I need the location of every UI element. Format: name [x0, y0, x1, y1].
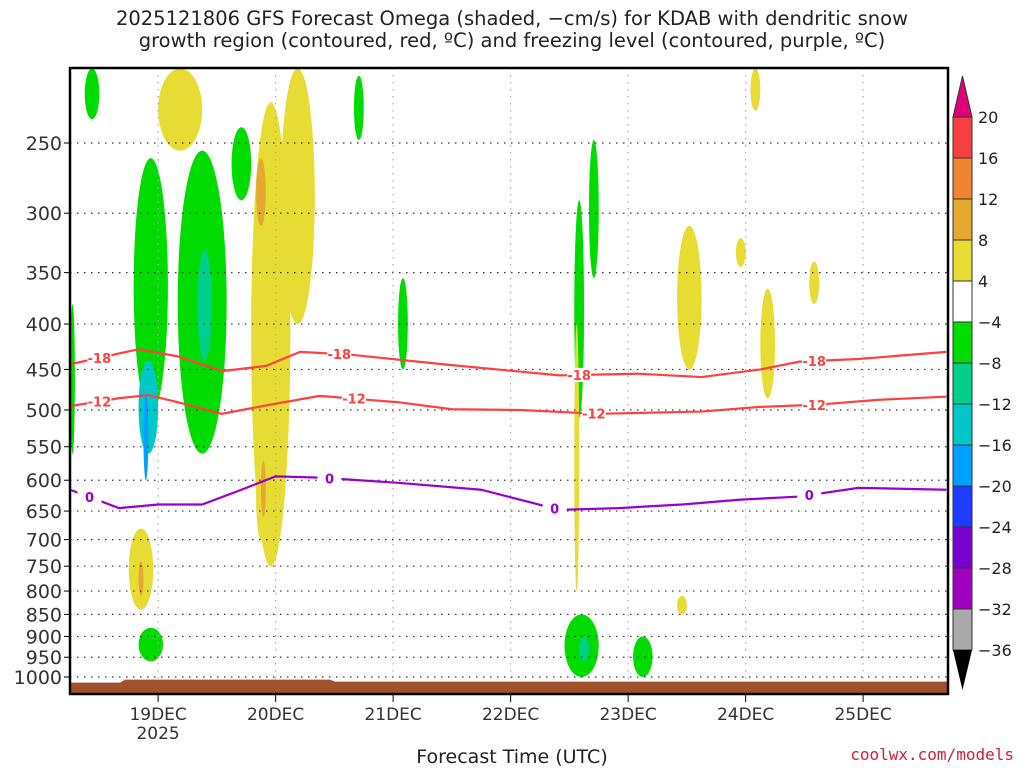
y-tick-label: 700 [26, 530, 62, 552]
contour-label: 0 [325, 472, 334, 487]
colorbar-bin [952, 321, 973, 364]
y-tick-label: 650 [26, 501, 62, 523]
colorbar-bin [952, 485, 973, 528]
omega-shade [256, 158, 266, 226]
omega-shade [677, 225, 702, 370]
contour-label: -12 [582, 408, 606, 423]
omega-shade [353, 75, 364, 140]
contour-label: -18 [88, 352, 112, 367]
y-tick-label: 450 [26, 359, 62, 381]
colorbar-label: 16 [978, 149, 998, 168]
terrain [70, 679, 948, 694]
contour-label: -12 [802, 399, 826, 414]
colorbar-label: −16 [978, 436, 1012, 455]
colorbar-label: −8 [978, 354, 1002, 373]
y-tick-label: 400 [26, 314, 62, 336]
omega-shade [84, 68, 100, 120]
contour-label: -12 [88, 395, 112, 410]
omega-shade [735, 238, 746, 268]
colorbar-label: 8 [978, 231, 988, 250]
colorbar-label: 20 [978, 108, 998, 127]
omega-shade [588, 139, 599, 279]
y-tick-label: 250 [26, 133, 62, 155]
colorbar-label: −20 [978, 477, 1012, 496]
omega-shade [574, 324, 580, 592]
contour-label: -18 [328, 348, 352, 363]
y-tick-label: 550 [26, 437, 62, 459]
omega-shade [138, 627, 164, 662]
omega-shade [280, 68, 315, 325]
colorbar-bin [952, 239, 973, 282]
credit-text: coolwx.com/models [850, 745, 1014, 764]
omega-shade [260, 460, 266, 517]
y-tick-label: 300 [26, 203, 62, 225]
colorbar-bin [952, 116, 973, 159]
contour-label: -18 [802, 355, 826, 370]
y-tick-label: 750 [26, 556, 62, 578]
colorbar-label: −12 [978, 395, 1012, 414]
omega-shade [633, 636, 653, 678]
omega-shade [760, 288, 775, 399]
colorbar-bin [952, 198, 973, 241]
colorbar-label: −4 [978, 313, 1002, 332]
colorbar-top-arrow [952, 75, 973, 118]
colorbar-bottom-arrow [953, 650, 972, 690]
x-tick-label: 23DEC [599, 705, 656, 725]
omega-shade [138, 360, 159, 454]
colorbar-label: −24 [978, 518, 1012, 537]
omega-shade [143, 394, 149, 481]
y-tick-label: 600 [26, 470, 62, 492]
omega-shade [677, 595, 687, 615]
x-tick-sublabel: 2025 [136, 724, 179, 744]
colorbar-bin [952, 608, 973, 651]
contour-label: 0 [85, 491, 94, 506]
contour-label: -18 [567, 369, 591, 384]
contour-label: 0 [805, 489, 814, 504]
colorbar-bin [952, 362, 973, 405]
y-tick-label: 350 [26, 263, 62, 285]
colorbar-bin [952, 526, 973, 569]
omega-shade [197, 249, 212, 361]
colorbar-label: 4 [978, 272, 988, 291]
x-tick-label: 25DEC [834, 705, 891, 725]
omega-shade [231, 127, 252, 201]
omega-shade [158, 68, 203, 151]
colorbar-label: −32 [978, 600, 1012, 619]
x-tick-label: 24DEC [717, 705, 774, 725]
omega-shade [809, 261, 820, 305]
colorbar-bin [952, 157, 973, 200]
x-tick-label: 19DEC [129, 705, 186, 725]
colorbar-bin [952, 444, 973, 487]
omega-shade [579, 636, 589, 662]
y-tick-label: 800 [26, 581, 62, 603]
chart-svg: -18 -18 -18 -18 -12 -12 -12 -12 0 0 0 0 250 300 350 400… [14, 66, 1012, 744]
y-tick-label: 950 [26, 647, 62, 669]
colorbar-bin [952, 403, 973, 446]
y-tick-label: 500 [26, 400, 62, 422]
x-tick-label: 21DEC [364, 705, 421, 725]
y-tick-label: 900 [26, 626, 62, 648]
omega-shade [750, 68, 761, 111]
x-tick-label: 22DEC [482, 705, 539, 725]
colorbar-label: −28 [978, 559, 1012, 578]
y-tick-label: 1000 [14, 667, 62, 689]
plot-area: -18 -18 -18 -18 -12 -12 -12 -12 0 0 0 0 [70, 68, 948, 694]
contour-label: -12 [342, 393, 366, 408]
colorbar-label: −36 [978, 641, 1012, 660]
contour-label: 0 [550, 503, 559, 518]
y-tick-label: 850 [26, 604, 62, 626]
colorbar-label: 12 [978, 190, 998, 209]
colorbar-bin [952, 280, 973, 323]
colorbar-bin [952, 567, 973, 610]
x-tick-label: 20DEC [247, 705, 304, 725]
